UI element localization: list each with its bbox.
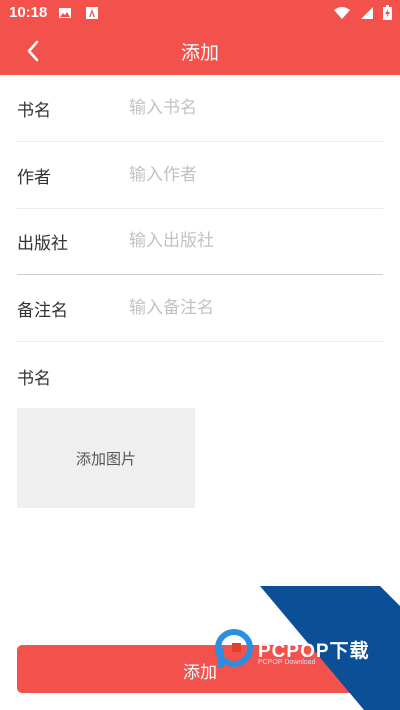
publisher-input[interactable] [127, 225, 381, 257]
status-time: 10:18 [9, 4, 48, 21]
author-input[interactable] [127, 159, 381, 191]
status-right-icons [333, 5, 392, 24]
signal-icon [360, 7, 373, 19]
form-row-remark-name: 备注名 [17, 275, 383, 342]
add-image-label: 添加图片 [75, 450, 136, 468]
image-icon [59, 8, 71, 18]
form-row-book-name: 书名 [17, 75, 383, 142]
image-section-label: 书名 [17, 369, 51, 389]
author-label: 作者 [17, 168, 51, 188]
form-row-publisher: 出版社 [17, 208, 383, 275]
publisher-label: 出版社 [17, 234, 68, 254]
remark-name-label: 备注名 [17, 301, 68, 321]
page-title: 添加 [180, 42, 219, 64]
battery-icon [383, 5, 392, 20]
remark-name-input[interactable] [127, 292, 381, 324]
book-name-input[interactable] [127, 92, 381, 124]
app-bar: 添加 [0, 26, 400, 75]
app-a-icon [86, 7, 99, 19]
watermark-subtext: PCPOP Download [258, 659, 316, 666]
status-bar: 10:18 [0, 0, 400, 26]
status-left-icons [58, 5, 99, 24]
wifi-icon [333, 7, 350, 19]
add-image-button[interactable]: 添加图片 [17, 408, 195, 508]
book-name-label: 书名 [17, 101, 51, 121]
form-row-author: 作者 [17, 142, 383, 209]
